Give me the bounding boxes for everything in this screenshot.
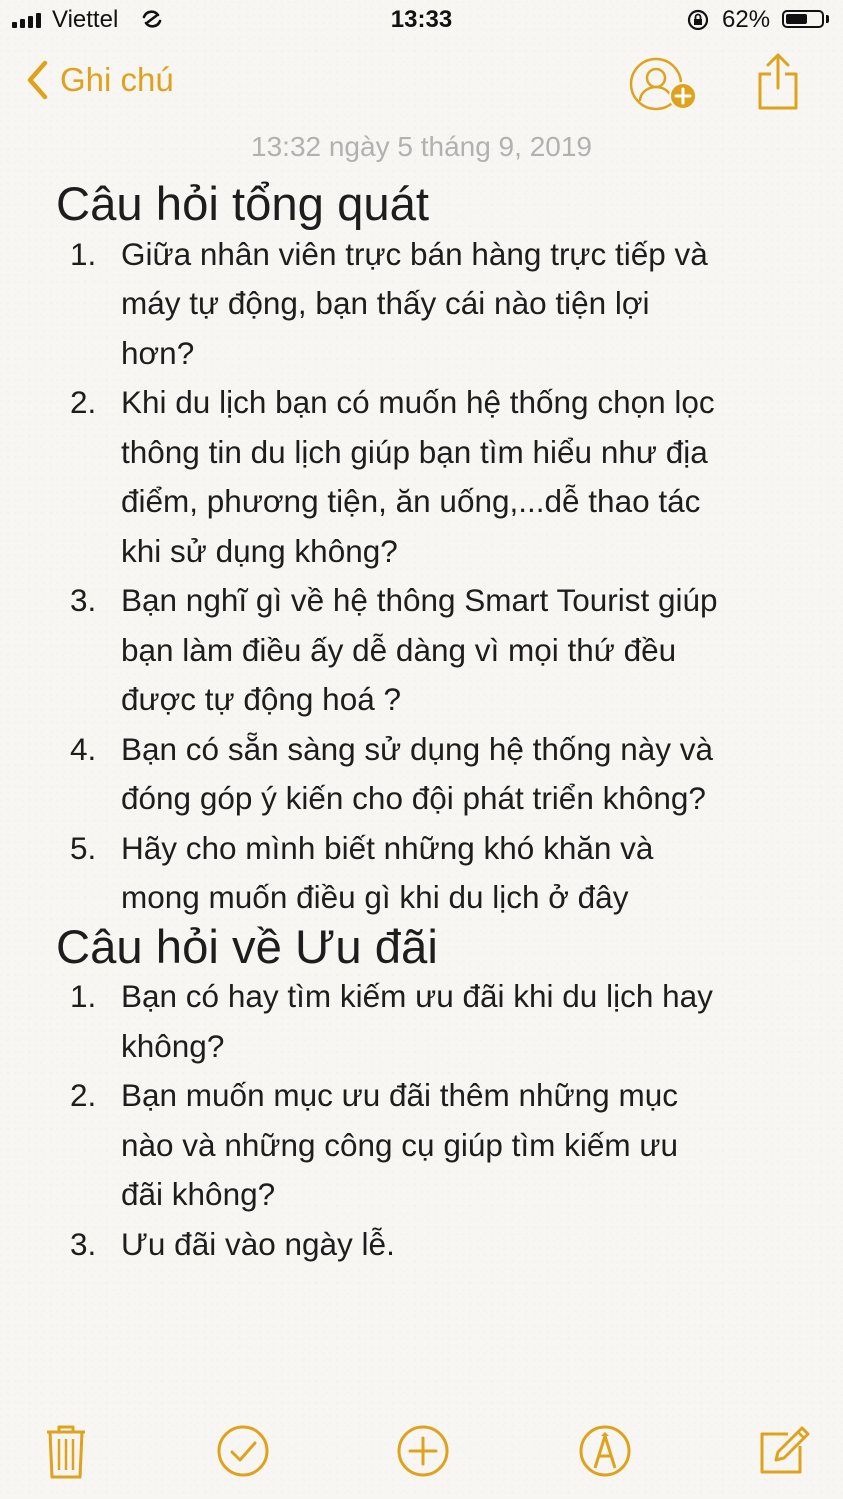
markup-icon[interactable] bbox=[578, 1424, 632, 1478]
list-item: 1. Giữa nhân viên trực bán hàng trực tiế… bbox=[56, 230, 796, 379]
list-line: nào và những công cụ giúp tìm kiếm ưu bbox=[121, 1126, 678, 1163]
list-line: không? bbox=[121, 1027, 225, 1064]
list-line: thông tin du lịch giúp bạn tìm hiểu như … bbox=[121, 433, 708, 470]
section-heading: Câu hỏi về Ưu đãi bbox=[56, 920, 438, 974]
list-item: 1. Bạn có hay tìm kiếm ưu đãi khi du lịc… bbox=[56, 972, 796, 1071]
list-number: 2. bbox=[70, 1077, 97, 1113]
list-number: 5. bbox=[70, 829, 97, 866]
list-line: Hãy cho mình biết những khó khăn và bbox=[121, 829, 654, 866]
share-icon[interactable] bbox=[756, 52, 800, 110]
list-line: Giữa nhân viên trực bán hàng trực tiếp v… bbox=[121, 235, 708, 272]
battery-level bbox=[786, 14, 808, 24]
numbered-list: 1. Bạn có hay tìm kiếm ưu đãi khi du lịc… bbox=[56, 972, 796, 1269]
chevron-left-icon bbox=[27, 60, 48, 100]
list-number: 3. bbox=[70, 582, 97, 618]
list-number: 2. bbox=[70, 384, 97, 420]
battery-icon bbox=[782, 10, 824, 28]
list-number: 1. bbox=[70, 235, 97, 272]
clock: 13:33 bbox=[390, 6, 453, 33]
list-line: khi sử dụng không? bbox=[121, 532, 398, 569]
list-item: 3. Bạn nghĩ gì về hệ thông Smart Tourist… bbox=[56, 576, 796, 725]
add-people-icon[interactable] bbox=[628, 56, 700, 112]
back-button[interactable]: Ghi chú bbox=[26, 60, 174, 100]
list-line: Bạn có hay tìm kiếm ưu đãi khi du lịch h… bbox=[121, 978, 713, 1014]
list-item: 3. Ưu đãi vào ngày lễ. bbox=[56, 1220, 796, 1270]
list-line: Khi du lịch bạn có muốn hệ thống chọn lọ… bbox=[121, 384, 715, 420]
list-number: 3. bbox=[70, 1225, 97, 1262]
list-line: mong muốn điều gì khi du lịch ở đây bbox=[121, 879, 629, 915]
checklist-icon[interactable] bbox=[216, 1424, 270, 1478]
numbered-list: 1. Giữa nhân viên trực bán hàng trực tiế… bbox=[56, 230, 796, 923]
list-line: Bạn có sẵn sàng sử dụng hệ thống này và bbox=[121, 730, 714, 767]
list-line: Bạn muốn mục ưu đãi thêm những mục bbox=[121, 1077, 678, 1113]
status-bar: Viettel 13:33 62% bbox=[0, 0, 843, 44]
list-line: Bạn nghĩ gì về hệ thông Smart Tourist gi… bbox=[121, 582, 718, 618]
back-button-label: Ghi chú bbox=[60, 61, 174, 98]
add-icon[interactable] bbox=[396, 1424, 450, 1478]
list-line: Ưu đãi vào ngày lễ. bbox=[121, 1225, 395, 1262]
compose-icon[interactable] bbox=[758, 1424, 810, 1476]
list-item: 4. Bạn có sẵn sàng sử dụng hệ thống này … bbox=[56, 725, 796, 824]
list-line: đóng góp ý kiến cho đội phát triển không… bbox=[121, 780, 706, 816]
list-line: hơn? bbox=[121, 334, 195, 371]
note-body[interactable]: Câu hỏi tổng quát 1. Giữa nhân viên trực… bbox=[56, 180, 796, 1269]
note-timestamp: 13:32 ngày 5 tháng 9, 2019 bbox=[251, 131, 592, 162]
list-number: 1. bbox=[70, 978, 97, 1014]
list-item: 5. Hãy cho mình biết những khó khăn và m… bbox=[56, 824, 796, 923]
battery-percentage: 62% bbox=[722, 6, 771, 33]
list-number: 4. bbox=[70, 730, 97, 767]
list-item: 2. Khi du lịch bạn có muốn hệ thống chọn… bbox=[56, 378, 796, 576]
list-item: 2. Bạn muốn mục ưu đãi thêm những mục nà… bbox=[56, 1071, 796, 1220]
list-line: bạn làm điều ấy dễ dàng vì mọi thứ đều bbox=[121, 631, 677, 668]
rotation-lock-icon bbox=[687, 9, 709, 31]
list-line: máy tự động, bạn thấy cái nào tiện lợi bbox=[121, 285, 650, 321]
list-line: đãi không? bbox=[121, 1176, 276, 1212]
list-line: điểm, phương tiện, ăn uống,...dễ thao tá… bbox=[121, 483, 701, 519]
trash-icon[interactable] bbox=[44, 1424, 88, 1480]
battery-tip bbox=[826, 15, 829, 23]
section-heading: Câu hỏi tổng quát bbox=[56, 178, 430, 231]
list-line: được tự động hoá ? bbox=[121, 681, 402, 717]
